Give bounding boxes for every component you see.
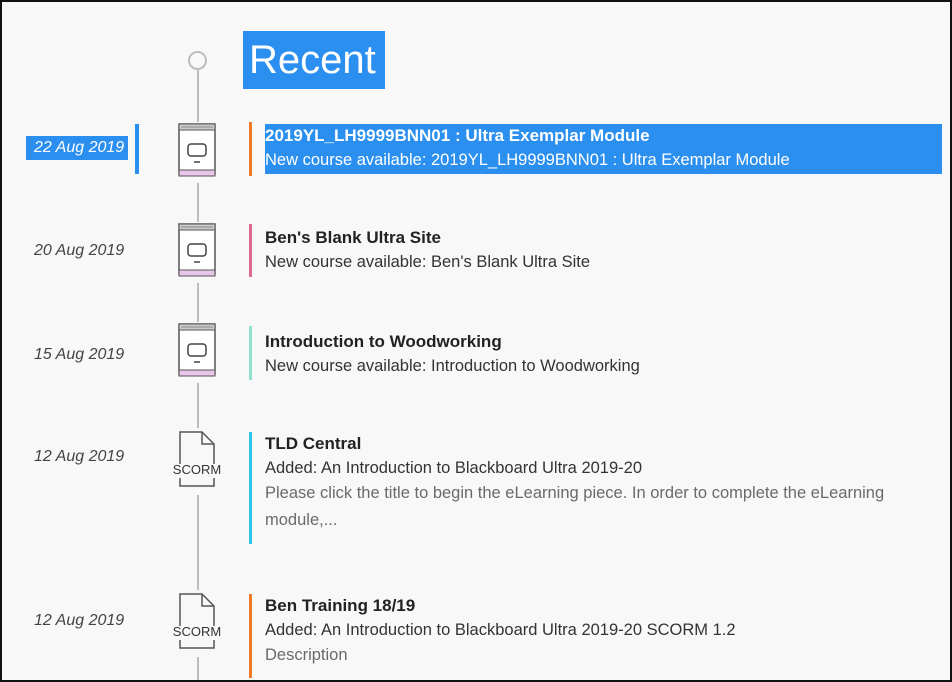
selection-marker	[135, 124, 139, 174]
item-date: 12 Aug 2019	[34, 448, 125, 465]
item-summary: New course available: Introduction to Wo…	[265, 357, 640, 375]
item-title-link[interactable]: Ben Training 18/19	[265, 594, 942, 618]
course-book-icon	[174, 122, 220, 183]
item-accent-bar	[249, 224, 252, 277]
scorm-label: SCORM	[172, 462, 222, 477]
scorm-label: SCORM	[172, 624, 222, 639]
item-title-link[interactable]: TLD Central	[265, 432, 942, 456]
item-description: Description	[265, 646, 348, 664]
scorm-document-icon: SCORM	[173, 590, 224, 657]
item-summary: New course available: 2019YL_LH9999BNN01…	[265, 148, 794, 172]
stream-item[interactable]: 12 Aug 2019 SCORM TLD Central Added: An …	[2, 426, 950, 546]
stream-item[interactable]: 22 Aug 2019 2019YL_LH9999BNN01 : Ultra E…	[2, 114, 950, 184]
item-date: 22 Aug 2019	[26, 136, 144, 160]
stream-item[interactable]: 15 Aug 2019 Introduction to Woodworking …	[2, 320, 950, 390]
scorm-document-icon: SCORM	[173, 428, 224, 495]
item-summary: Added: An Introduction to Blackboard Ult…	[265, 621, 736, 639]
stream-item[interactable]: 20 Aug 2019 Ben's Blank Ultra Site New c…	[2, 214, 950, 284]
item-summary: New course available: Ben's Blank Ultra …	[265, 253, 591, 271]
item-summary: Added: An Introduction to Blackboard Ult…	[265, 459, 642, 477]
item-title-link[interactable]: Introduction to Woodworking	[265, 330, 942, 354]
activity-stream: Recent 22 Aug 2019 2019YL_LH9999BNN01 : …	[0, 0, 952, 682]
page-title: Recent	[243, 31, 385, 89]
item-accent-bar	[249, 326, 252, 380]
item-date: 15 Aug 2019	[34, 346, 125, 363]
item-accent-bar	[249, 432, 252, 544]
item-accent-bar	[249, 122, 252, 176]
item-date: 20 Aug 2019	[34, 242, 125, 259]
item-date: 12 Aug 2019	[34, 612, 125, 629]
item-description: Please click the title to begin the eLea…	[265, 484, 885, 529]
timeline-start-dot	[188, 51, 207, 70]
course-book-icon	[174, 322, 220, 383]
course-book-icon	[174, 222, 220, 283]
stream-item[interactable]: 12 Aug 2019 SCORM Ben Training 18/19 Add…	[2, 588, 950, 680]
item-title-link[interactable]: 2019YL_LH9999BNN01 : Ultra Exemplar Modu…	[265, 124, 654, 148]
item-accent-bar	[249, 594, 252, 678]
item-title-link[interactable]: Ben's Blank Ultra Site	[265, 226, 942, 250]
